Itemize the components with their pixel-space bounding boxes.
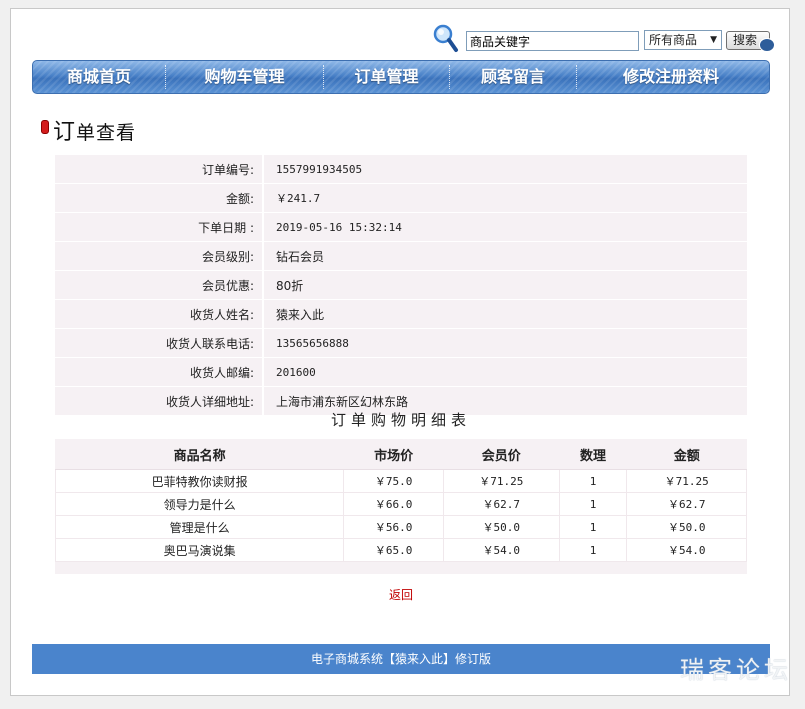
table-footer-cell	[55, 561, 747, 574]
order-field-label: 下单日期 :	[55, 213, 264, 242]
quantity-cell: 1	[558, 538, 628, 562]
product-name-cell: 奥巴马演说集	[54, 538, 345, 562]
nav-item-orders[interactable]: 订单管理	[324, 65, 449, 89]
dropdown-arrow-icon: ▼	[710, 35, 717, 45]
order-field-label: 会员级别:	[55, 242, 264, 271]
quantity-cell: 1	[558, 492, 628, 516]
member-level-value: 钻石会员	[264, 242, 747, 271]
table-header-row: 商品名称 市场价 会员价 数理 金额	[55, 439, 747, 470]
category-select-value: 所有商品	[649, 33, 698, 47]
title-bullet-icon	[41, 120, 49, 134]
table-row: 领导力是什么 ￥66.0 ￥62.7 1 ￥62.7	[54, 492, 747, 516]
footer-bar: 电子商城系统【猿来入此】修订版	[32, 644, 770, 674]
order-field-label: 收货人联系电话:	[55, 329, 264, 358]
details-section-title: 订单购物明细表	[330, 411, 471, 429]
order-field-row: 收货人邮编: 201600	[55, 358, 747, 387]
order-field-row: 订单编号: 1557991934505	[55, 155, 747, 184]
main-nav: 商城首页 购物车管理 订单管理 顾客留言 修改注册资料	[32, 60, 770, 94]
market-price-cell: ￥66.0	[343, 492, 445, 516]
order-field-row: 金额: ￥241.7	[55, 184, 747, 213]
page-frame: 所有商品 ▼ 搜索 商城首页 购物车管理 订单管理 顾客留言 修改注册资料 订单…	[10, 8, 790, 696]
column-header: 会员价	[443, 439, 560, 470]
search-button-label: 搜索	[733, 33, 758, 47]
search-input[interactable]	[466, 31, 639, 51]
member-price-cell: ￥71.25	[443, 469, 560, 493]
market-price-cell: ￥56.0	[343, 515, 445, 539]
order-field-label: 金额:	[55, 184, 264, 213]
member-price-cell: ￥62.7	[443, 492, 560, 516]
order-field-row: 下单日期 : 2019-05-16 15:32:14	[55, 213, 747, 242]
amount-cell: ￥62.7	[626, 492, 747, 516]
page-title: 订单查看	[53, 114, 136, 146]
table-row: 奥巴马演说集 ￥65.0 ￥54.0 1 ￥54.0	[54, 538, 747, 562]
amount-cell: ￥54.0	[626, 538, 747, 562]
market-price-cell: ￥75.0	[343, 469, 445, 493]
nav-item-messages[interactable]: 顾客留言	[450, 65, 576, 89]
order-field-label: 订单编号:	[55, 155, 264, 184]
order-field-label: 收货人邮编:	[55, 358, 264, 387]
amount-cell: ￥71.25	[626, 469, 747, 493]
quantity-cell: 1	[558, 469, 628, 493]
order-field-label: 会员优惠:	[55, 271, 264, 300]
quantity-cell: 1	[558, 515, 628, 539]
order-field-row: 收货人联系电话: 13565656888	[55, 329, 747, 358]
column-header: 金额	[626, 439, 747, 470]
category-select[interactable]: 所有商品 ▼	[644, 30, 722, 50]
column-header: 市场价	[343, 439, 444, 470]
back-link[interactable]: 返回	[11, 586, 791, 603]
member-price-cell: ￥50.0	[443, 515, 560, 539]
nav-item-home[interactable]: 商城首页	[33, 65, 165, 89]
member-price-cell: ￥54.0	[443, 538, 560, 562]
nav-item-cart[interactable]: 购物车管理	[166, 65, 323, 89]
page-title-rest: 单查看	[76, 122, 137, 144]
receiver-phone-value: 13565656888	[264, 329, 747, 358]
column-header: 商品名称	[55, 439, 344, 470]
order-amount-value: ￥241.7	[264, 184, 747, 213]
table-row: 巴菲特教你读财报 ￥75.0 ￥71.25 1 ￥71.25	[54, 469, 747, 493]
market-price-cell: ￥65.0	[343, 538, 445, 562]
receiver-name-value: 猿来入此	[264, 300, 747, 329]
magnifier-icon	[433, 24, 459, 54]
table-row: 管理是什么 ￥56.0 ￥50.0 1 ￥50.0	[54, 515, 747, 539]
receiver-zip-value: 201600	[264, 358, 747, 387]
product-name-cell: 巴菲特教你读财报	[54, 469, 345, 493]
product-name-cell: 领导力是什么	[54, 492, 345, 516]
amount-cell: ￥50.0	[626, 515, 747, 539]
order-number-value: 1557991934505	[264, 155, 747, 184]
order-field-row: 会员优惠: 80折	[55, 271, 747, 300]
order-date-value: 2019-05-16 15:32:14	[264, 213, 747, 242]
member-discount-value: 80折	[264, 271, 747, 300]
order-field-row: 收货人姓名: 猿来入此	[55, 300, 747, 329]
watermark-text: 瑞客论坛	[680, 656, 792, 684]
order-info-table: 订单编号: 1557991934505 金额: ￥241.7 下单日期 : 20…	[55, 155, 747, 416]
order-items-table: 商品名称 市场价 会员价 数理 金额 巴菲特教你读财报 ￥75.0 ￥71.25…	[54, 439, 747, 574]
search-button[interactable]: 搜索	[726, 31, 775, 52]
nav-item-profile[interactable]: 修改注册资料	[577, 65, 765, 89]
product-name-cell: 管理是什么	[54, 515, 345, 539]
search-badge-icon	[759, 38, 775, 52]
order-field-label: 收货人姓名:	[55, 300, 264, 329]
order-field-row: 会员级别: 钻石会员	[55, 242, 747, 271]
column-header: 数理	[559, 439, 627, 470]
table-footer-spacer	[55, 561, 747, 574]
page-title-first-char: 订	[53, 120, 77, 145]
